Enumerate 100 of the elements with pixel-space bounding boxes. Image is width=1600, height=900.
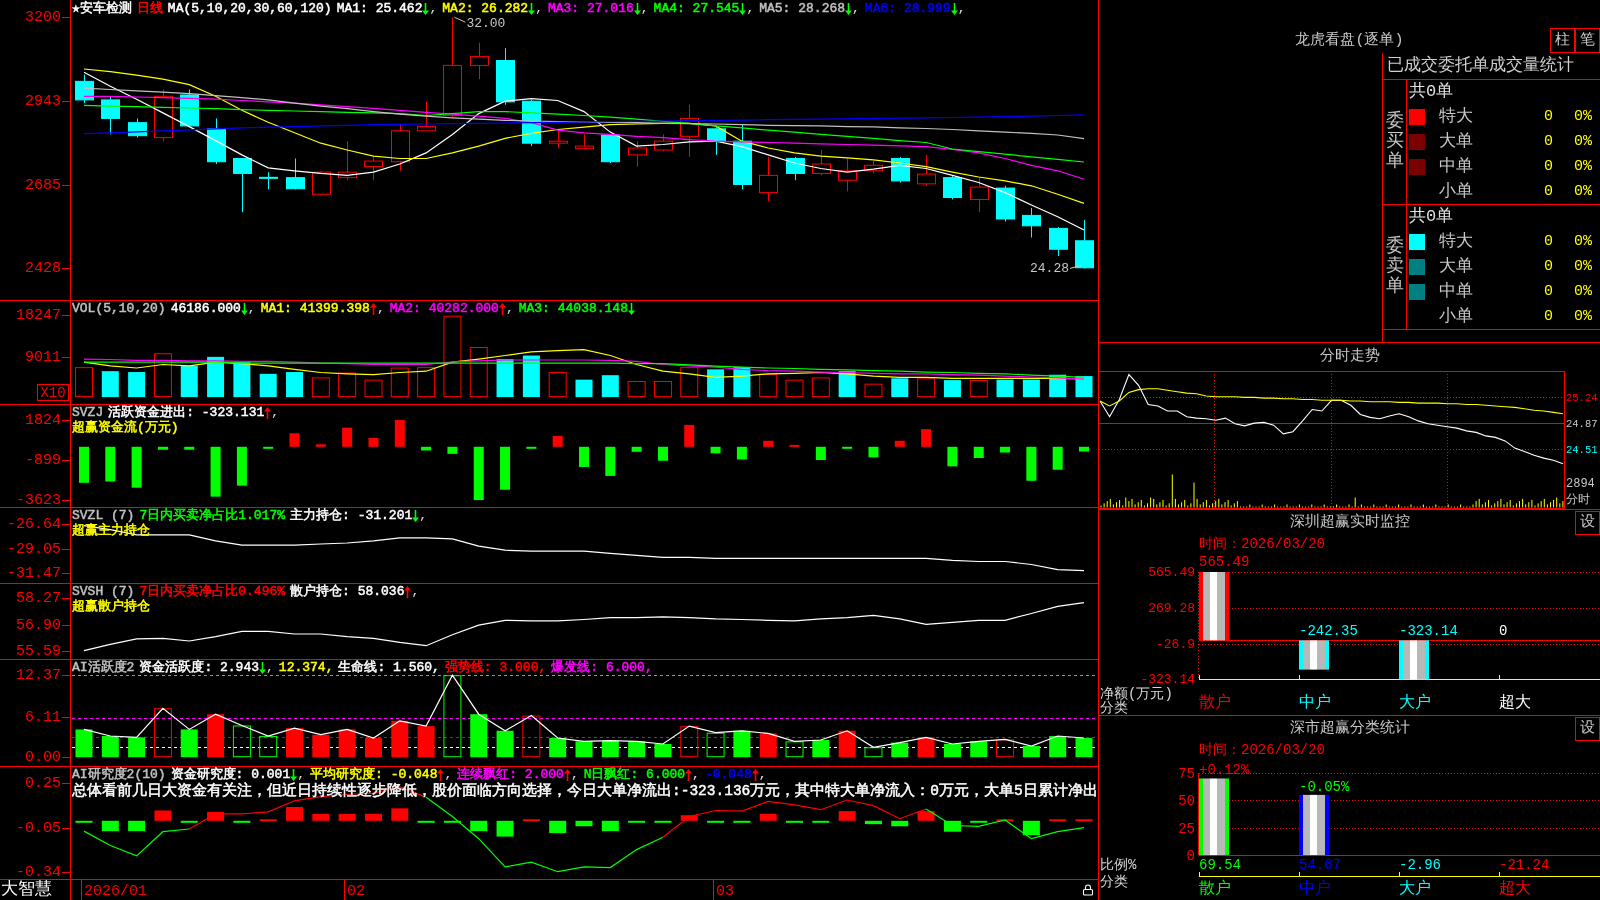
separator-text: , — [247, 301, 256, 316]
bar — [996, 379, 1014, 398]
bar — [970, 820, 988, 823]
axis-label: 18247 — [16, 307, 61, 324]
candlestick — [180, 89, 199, 128]
candlestick — [470, 42, 489, 80]
bar — [838, 811, 856, 821]
separator-text: , — [297, 767, 306, 782]
bar — [654, 820, 672, 823]
bar — [710, 446, 721, 454]
order-size-label: 特大 — [1438, 231, 1474, 252]
ratio-label: -21.24 — [1499, 857, 1550, 873]
axis-label: 2428 — [25, 260, 61, 277]
bar — [391, 808, 409, 821]
bar — [128, 820, 146, 832]
order-size-label: 大单 — [1438, 131, 1474, 152]
separator-text: , — [640, 1, 649, 16]
order-size-label: 小单 — [1438, 181, 1474, 202]
separator-text: , — [266, 660, 274, 675]
indicator-text: MA3: 27.016 — [547, 1, 634, 16]
bar — [500, 446, 511, 490]
ratio-label: -2.96 — [1399, 857, 1441, 873]
order-size-label: 特大 — [1438, 106, 1474, 127]
indicator-text: 46186.000 — [170, 301, 241, 316]
candlestick — [707, 126, 726, 156]
axis-label: -26.64 — [7, 516, 61, 533]
axis-title: 净额(万元) — [1100, 686, 1173, 702]
category-label: 大户 — [1399, 694, 1431, 712]
bar — [552, 435, 563, 447]
bar — [153, 353, 172, 398]
bar — [653, 381, 672, 398]
category-label: 散户 — [1199, 694, 1231, 712]
category-label: 散户 — [1199, 880, 1231, 898]
ratio-label: 69.54 — [1199, 857, 1241, 873]
settings-button[interactable]: 设 — [1575, 717, 1600, 741]
bar — [601, 375, 619, 398]
bar — [470, 820, 488, 832]
candlestick — [733, 123, 752, 190]
bar — [315, 444, 326, 447]
bar — [522, 715, 541, 758]
bar — [233, 362, 251, 398]
bar — [101, 736, 119, 758]
bar — [575, 379, 593, 398]
bar — [917, 811, 935, 821]
category-label: 超大 — [1499, 694, 1531, 712]
bar — [579, 446, 589, 467]
candlestick — [207, 117, 226, 165]
view-toggle-button[interactable]: 柱 — [1550, 28, 1575, 53]
indicator-text: 平均研究度: -0.048 — [310, 767, 438, 782]
bar — [368, 437, 379, 447]
bar — [469, 347, 488, 398]
bar — [868, 446, 879, 458]
separator-text: , — [692, 767, 700, 782]
indicator-text: AI活跃度2 — [72, 660, 135, 675]
bar — [233, 820, 251, 823]
value-label: -323.14 — [1399, 623, 1458, 640]
settings-button[interactable]: 设 — [1575, 511, 1600, 535]
indicator-text: SVZJ — [72, 405, 104, 420]
bar — [786, 820, 804, 823]
bar — [207, 811, 225, 821]
bar — [1052, 446, 1063, 470]
axis-label: 58.27 — [16, 590, 61, 607]
indicator-text: 12.374, — [278, 660, 334, 675]
candlestick — [628, 140, 647, 168]
brand-text: 大智慧 — [0, 880, 53, 900]
bar — [180, 365, 198, 398]
candlestick — [864, 160, 883, 174]
category-label: 中户 — [1299, 880, 1331, 898]
unit-label: X10 — [37, 384, 69, 401]
separator-text: , — [570, 767, 579, 782]
candlestick — [101, 95, 120, 135]
candlestick — [759, 156, 778, 202]
indicator-text: 强势线: 3.000, — [444, 660, 547, 675]
indicator-text: SVZL (7) — [72, 508, 135, 523]
bar — [1049, 736, 1067, 758]
indicator-text: 活跃资金进出: -323.131 — [108, 405, 265, 420]
bar — [496, 730, 514, 758]
axis-label: 3200 — [25, 9, 61, 26]
bar — [733, 820, 751, 823]
bar — [157, 446, 168, 450]
bar — [864, 820, 882, 825]
separator-text: , — [758, 767, 767, 782]
ratio-label: 54.67 — [1299, 857, 1341, 873]
bar — [496, 820, 514, 837]
bar — [210, 446, 221, 497]
bar — [969, 380, 988, 398]
view-toggle-button[interactable]: 笔 — [1575, 28, 1600, 53]
candlestick — [943, 174, 962, 200]
panel-title: 深圳超赢实时监控 — [1289, 514, 1410, 532]
bar — [759, 813, 777, 821]
bar — [526, 446, 537, 449]
price-label: 24.28 — [1030, 260, 1069, 276]
candlestick — [680, 104, 699, 158]
category-label: 中户 — [1299, 694, 1331, 712]
indicator-text: MA5: 28.268 — [759, 1, 846, 16]
indicator-text: MA4: 27.545 — [653, 1, 740, 16]
bar — [1049, 819, 1067, 822]
candlestick — [654, 133, 673, 152]
order-total: 共0单 — [1409, 82, 1454, 102]
side-label: 委买单 — [1385, 112, 1404, 172]
